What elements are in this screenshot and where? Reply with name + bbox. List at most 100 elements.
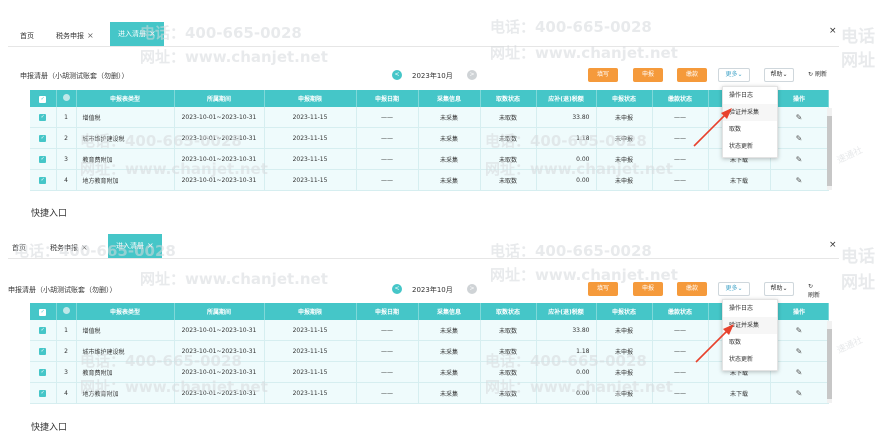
col-header-operation: 操作 <box>770 303 829 320</box>
row-checkbox[interactable]: ✓ <box>30 382 57 404</box>
close-all-tabs-icon[interactable]: × <box>829 26 837 36</box>
more-button[interactable]: 更多⌄ <box>718 68 750 82</box>
menu-item-operation-log[interactable]: 操作日志 <box>723 87 777 104</box>
tab-close-icon[interactable]: × <box>147 241 154 250</box>
table-scrollbar[interactable] <box>827 108 832 190</box>
tab-home[interactable]: 首页 <box>20 26 34 46</box>
menu-item-fetch[interactable]: 取数 <box>723 334 777 351</box>
edit-icon[interactable]: ✎ <box>796 389 803 398</box>
tab-enter-list-label: 进入清册 <box>116 242 144 250</box>
menu-item-fetch[interactable]: 取数 <box>723 121 777 138</box>
watermark-phone-short: 电话 <box>841 247 875 267</box>
tab-tax-declare[interactable]: 税务申报 × <box>50 238 88 258</box>
menu-item-status-update[interactable]: 状态更新 <box>723 351 777 368</box>
cell-declare-status: 未申报 <box>596 127 653 149</box>
tab-tax-declare[interactable]: 税务申报 × <box>56 26 94 46</box>
settings-gear-icon[interactable] <box>56 303 77 320</box>
cell-declare-status: 未申报 <box>596 320 653 341</box>
page-title: 申报清册（小胡测试账套（勿删）） <box>8 286 117 294</box>
table-row[interactable]: ✓ 4 地方教育附加 2023-10-01~2023-10-31 2023-11… <box>30 382 829 404</box>
tab-close-icon[interactable]: × <box>149 29 156 38</box>
table-row[interactable]: ✓ 1 增值税 2023-10-01~2023-10-31 2023-11-15… <box>30 320 829 341</box>
row-checkbox[interactable]: ✓ <box>30 320 57 341</box>
tab-close-icon[interactable]: × <box>81 243 88 252</box>
cell-collect: 未采集 <box>418 382 481 404</box>
watermark-site-short: 网址 <box>841 51 875 71</box>
row-checkbox[interactable]: ✓ <box>30 107 57 128</box>
row-checkbox[interactable]: ✓ <box>30 340 57 362</box>
cell-fetch: 未取数 <box>480 127 537 149</box>
col-header-pay-status: 缴款状态 <box>652 303 709 320</box>
next-month-button[interactable]: > <box>467 70 477 80</box>
fill-button[interactable]: 填写 <box>588 68 618 82</box>
gear-icon <box>62 307 70 314</box>
table-scrollbar[interactable] <box>827 321 832 403</box>
cell-download-status: 未下载 <box>708 169 771 191</box>
tab-close-icon[interactable]: × <box>87 31 94 40</box>
help-button[interactable]: 帮助⌄ <box>764 282 794 296</box>
row-checkbox[interactable]: ✓ <box>30 127 57 149</box>
row-checkbox[interactable]: ✓ <box>30 169 57 191</box>
refresh-label: 刷新 <box>814 71 827 78</box>
watermark-seal: 速通社 <box>835 145 865 167</box>
edit-icon[interactable]: ✎ <box>796 134 803 143</box>
select-all-checkbox[interactable]: ✓ <box>30 303 57 320</box>
table-row[interactable]: ✓ 1 增值税 2023-10-01~2023-10-31 2023-11-15… <box>30 107 829 128</box>
select-all-checkbox[interactable]: ✓ <box>30 90 57 107</box>
menu-item-verify-collect[interactable]: 验证并采集 <box>723 104 777 121</box>
tab-enter-list[interactable]: 进入清册 × <box>108 234 162 258</box>
more-button[interactable]: 更多⌄ <box>718 282 750 296</box>
refresh-button[interactable]: ↻ 刷新 <box>808 69 827 78</box>
next-month-button[interactable]: > <box>467 284 477 294</box>
fill-button[interactable]: 填写 <box>588 282 618 296</box>
table-row[interactable]: ✓ 3 教育费附加 2023-10-01~2023-10-31 2023-11-… <box>30 148 829 170</box>
row-checkbox[interactable]: ✓ <box>30 361 57 383</box>
col-header-date: 申报日期 <box>356 303 419 320</box>
cell-operation: ✎ <box>770 107 829 128</box>
pay-button[interactable]: 缴款 <box>677 282 707 296</box>
cell-date: —— <box>356 340 419 362</box>
edit-icon[interactable]: ✎ <box>796 326 803 335</box>
row-checkbox[interactable]: ✓ <box>30 148 57 170</box>
edit-icon[interactable]: ✎ <box>796 347 803 356</box>
tab-home[interactable]: 首页 <box>12 238 26 258</box>
refresh-button[interactable]: ↻ 刷新 <box>808 283 820 299</box>
settings-gear-icon[interactable] <box>56 90 77 107</box>
row-number: 3 <box>56 361 77 383</box>
menu-item-verify-collect[interactable]: 验证并采集 <box>723 317 777 334</box>
cell-type: 教育费附加 <box>76 361 175 383</box>
declare-button[interactable]: 申报 <box>633 282 663 296</box>
cell-operation: ✎ <box>770 382 829 404</box>
close-all-tabs-icon[interactable]: × <box>829 240 837 250</box>
cell-pay-status: —— <box>652 340 709 362</box>
row-number: 2 <box>56 340 77 362</box>
help-label: 帮助 <box>770 285 783 292</box>
edit-icon[interactable]: ✎ <box>796 113 803 122</box>
menu-item-status-update[interactable]: 状态更新 <box>723 138 777 155</box>
prev-month-button[interactable]: < <box>392 70 402 80</box>
scrollbar-thumb[interactable] <box>827 329 832 399</box>
table-row[interactable]: ✓ 4 地方教育附加 2023-10-01~2023-10-31 2023-11… <box>30 169 829 191</box>
checkbox-checked-icon: ✓ <box>39 390 47 397</box>
edit-icon[interactable]: ✎ <box>796 368 803 377</box>
cell-pay-status: —— <box>652 127 709 149</box>
help-button[interactable]: 帮助⌄ <box>764 68 794 82</box>
checkbox-checked-icon: ✓ <box>39 177 47 184</box>
cell-period: 2023-10-01~2023-10-31 <box>174 127 265 149</box>
row-number: 2 <box>56 127 77 149</box>
table-row[interactable]: ✓ 3 教育费附加 2023-10-01~2023-10-31 2023-11-… <box>30 361 829 383</box>
table-row[interactable]: ✓ 2 城市维护建设税 2023-10-01~2023-10-31 2023-1… <box>30 340 829 362</box>
cell-date: —— <box>356 107 419 128</box>
pay-button[interactable]: 缴款 <box>677 68 707 82</box>
refresh-icon: ↻ <box>808 283 814 290</box>
declare-button[interactable]: 申报 <box>633 68 663 82</box>
watermark-seal: 速通社 <box>835 335 865 357</box>
col-header-fetch: 取数状态 <box>480 303 537 320</box>
edit-icon[interactable]: ✎ <box>796 155 803 164</box>
scrollbar-thumb[interactable] <box>827 116 832 186</box>
table-row[interactable]: ✓ 2 城市维护建设税 2023-10-01~2023-10-31 2023-1… <box>30 127 829 149</box>
prev-month-button[interactable]: < <box>392 284 402 294</box>
edit-icon[interactable]: ✎ <box>796 176 803 185</box>
menu-item-operation-log[interactable]: 操作日志 <box>723 300 777 317</box>
tab-enter-list[interactable]: 进入清册 × <box>110 22 164 46</box>
